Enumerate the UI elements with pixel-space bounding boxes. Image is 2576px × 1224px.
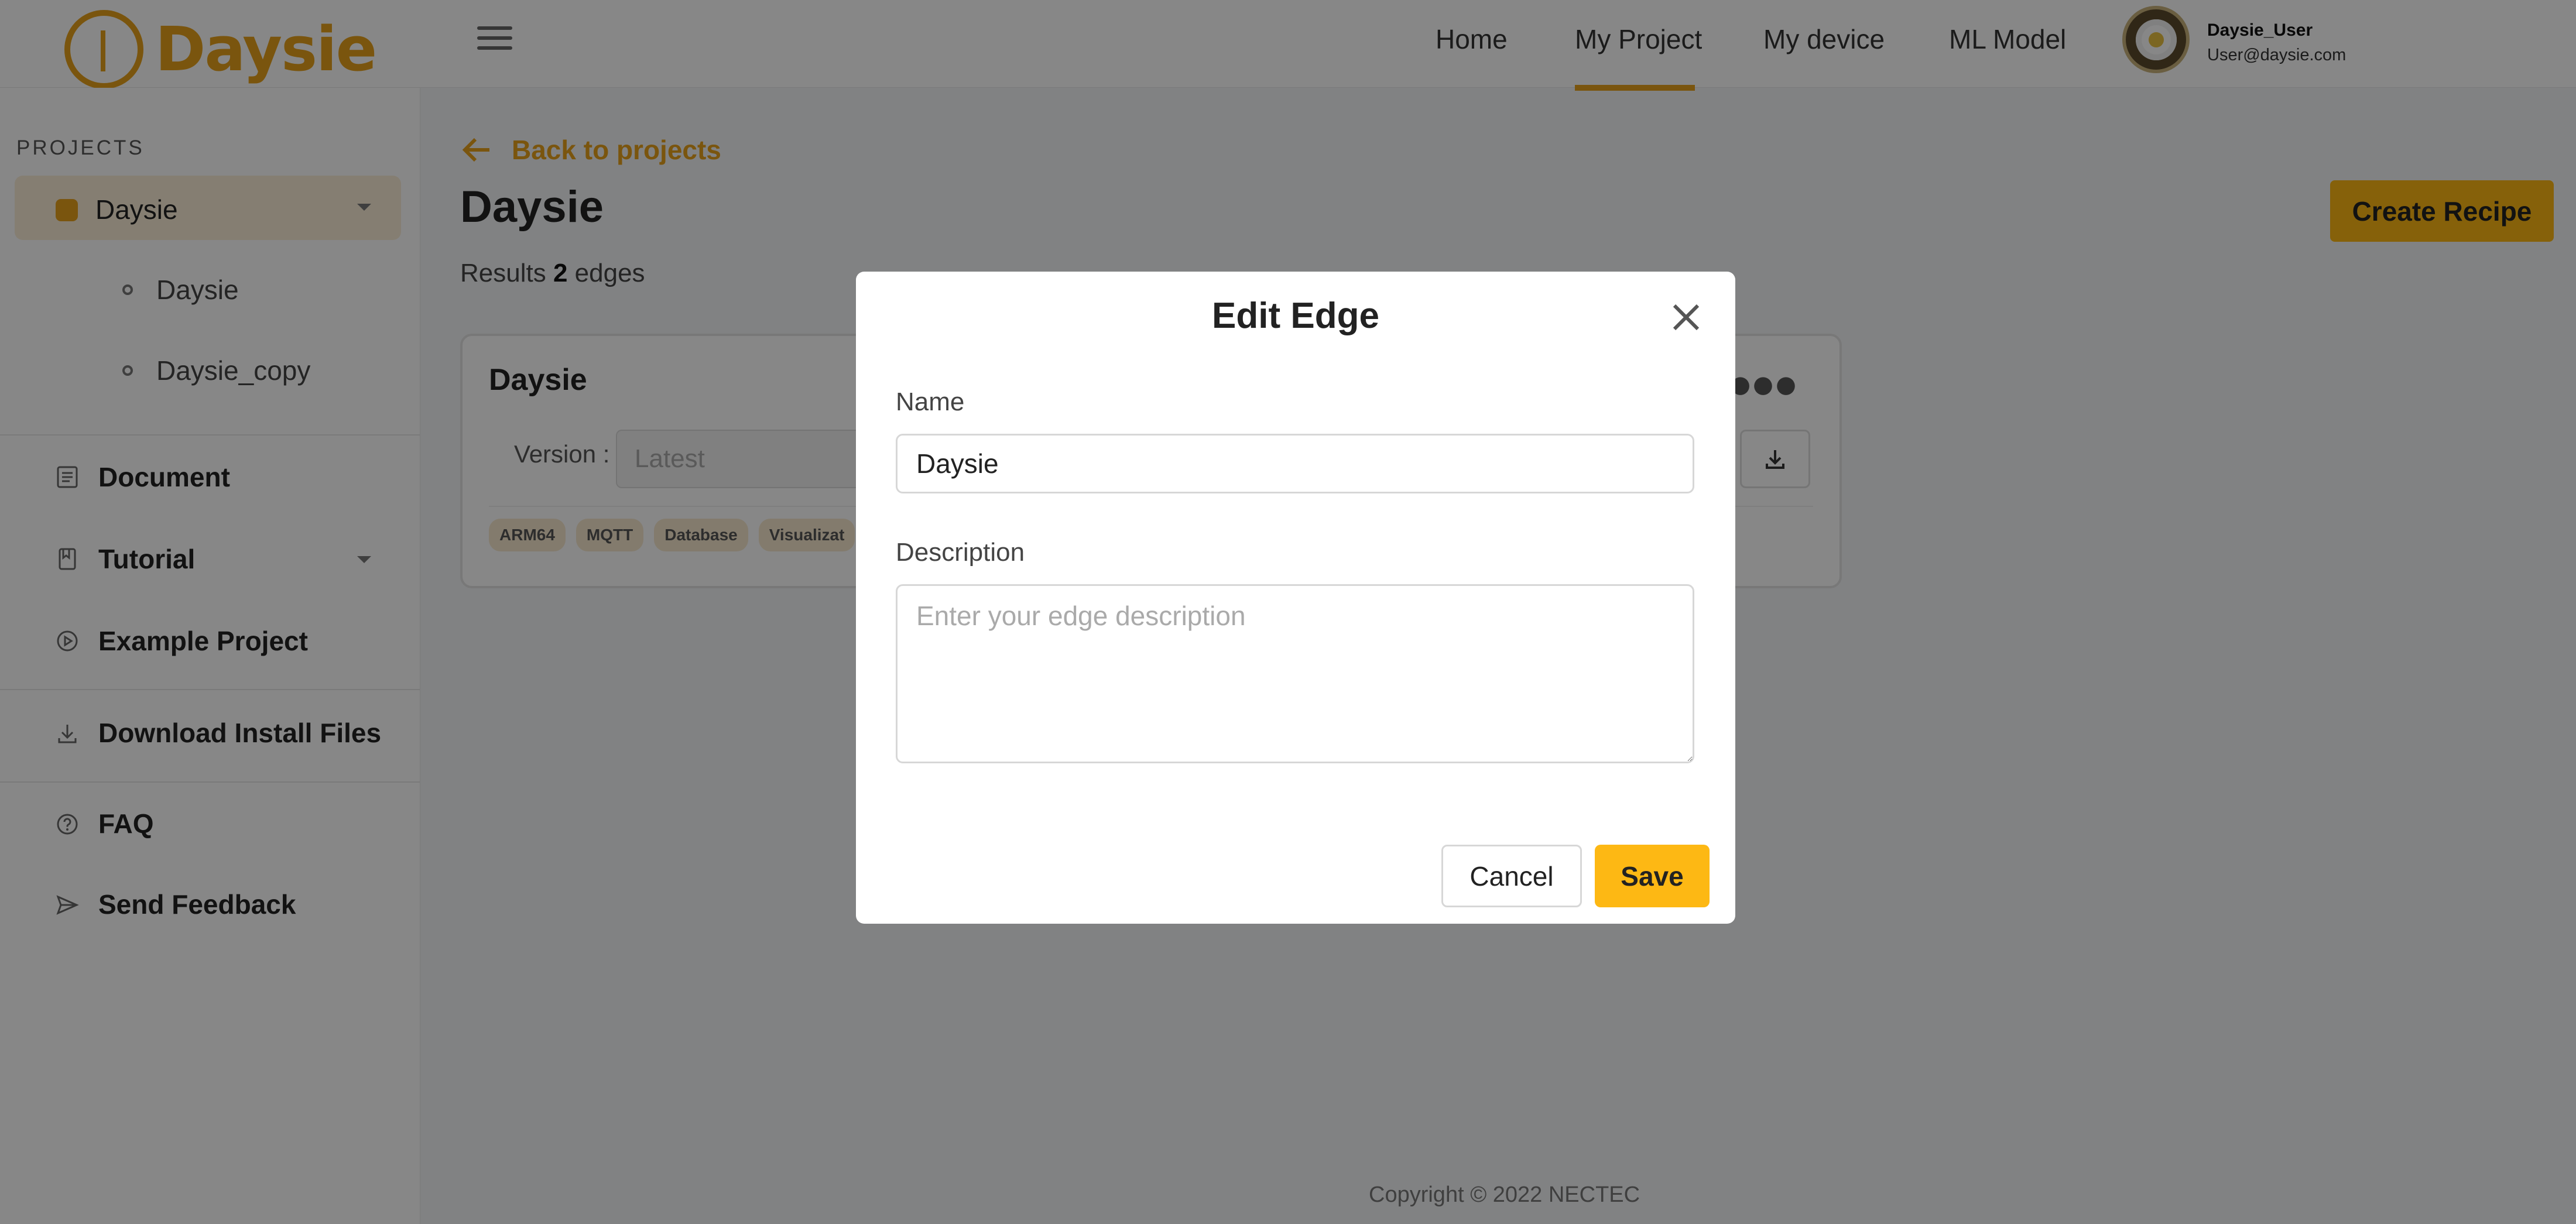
close-icon[interactable] <box>1670 301 1703 334</box>
description-textarea[interactable] <box>896 584 1694 763</box>
cancel-button[interactable]: Cancel <box>1441 845 1582 907</box>
save-button[interactable]: Save <box>1595 845 1710 907</box>
name-label: Name <box>896 388 965 416</box>
name-input[interactable] <box>896 434 1694 493</box>
dialog-title: Edit Edge <box>1212 296 1379 336</box>
description-label: Description <box>896 538 1025 567</box>
edit-edge-dialog: Edit Edge Name Description Cancel Save <box>856 272 1735 924</box>
